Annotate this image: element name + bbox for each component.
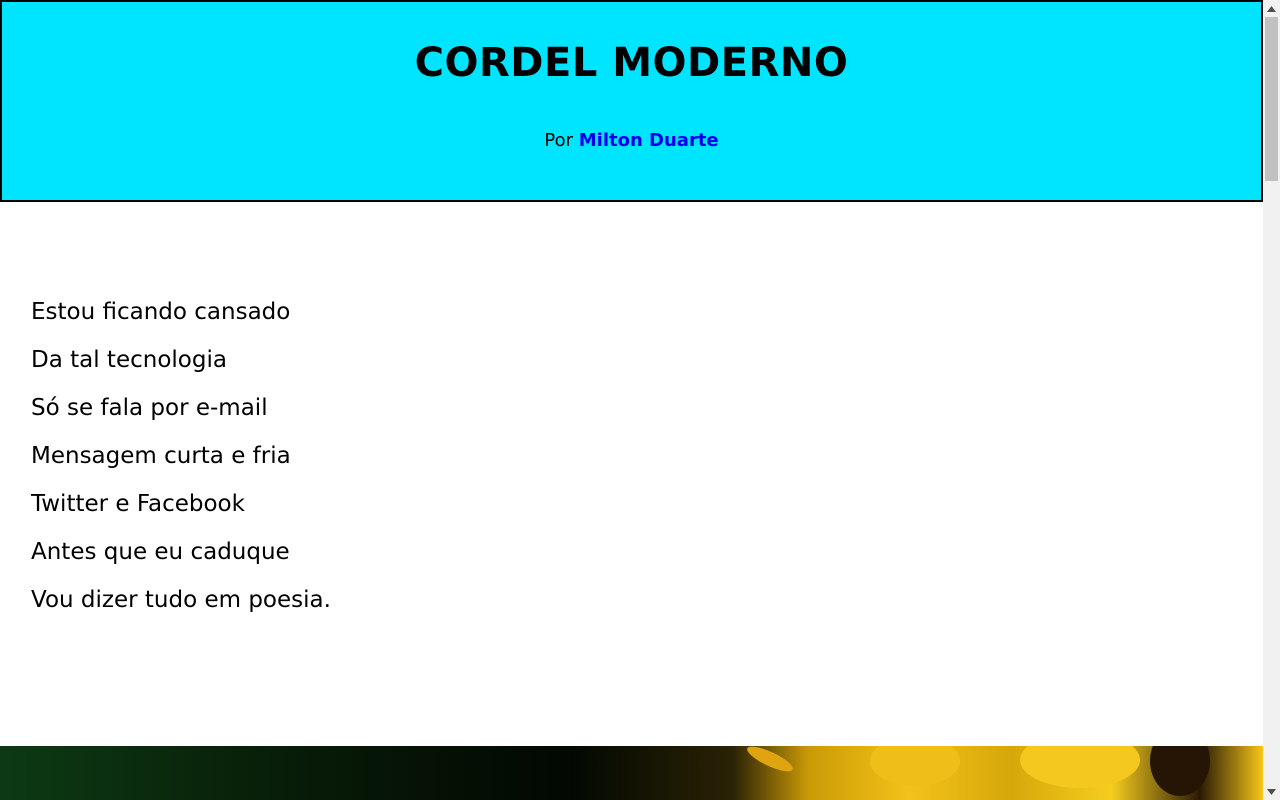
byline: Por Milton Duarte (2, 130, 1261, 151)
page-title: CORDEL MODERNO (414, 40, 849, 86)
poem-line: Mensagem curta e fria (31, 443, 291, 469)
flower-image (0, 746, 1263, 800)
petal-shape (744, 746, 796, 776)
page: CORDEL MODERNO Por Milton Duarte Estou f… (0, 0, 1263, 800)
header-banner: CORDEL MODERNO Por Milton Duarte (0, 0, 1263, 202)
triangle-up-icon (1267, 5, 1276, 12)
vertical-scrollbar[interactable] (1263, 0, 1280, 800)
poem-line: Estou ficando cansado (31, 299, 291, 325)
poem-line: Da tal tecnologia (31, 347, 227, 373)
scroll-down-button[interactable] (1263, 783, 1280, 800)
triangle-down-icon (1267, 788, 1276, 795)
petal-shape (1020, 746, 1140, 788)
scrollbar-thumb[interactable] (1265, 17, 1278, 181)
petal-shape (1150, 746, 1210, 796)
poem-line: Twitter e Facebook (31, 491, 245, 517)
poem-line: Só se fala por e-mail (31, 395, 268, 421)
poem-line: Vou dizer tudo em poesia. (31, 587, 331, 613)
poem-lines: Estou ficando cansado Da tal tecnologia … (31, 288, 331, 624)
petal-shape (870, 746, 960, 786)
author-link[interactable]: Milton Duarte (579, 130, 719, 151)
byline-prefix: Por (544, 130, 573, 151)
poem-line: Antes que eu caduque (31, 539, 290, 565)
scroll-up-button[interactable] (1263, 0, 1280, 17)
